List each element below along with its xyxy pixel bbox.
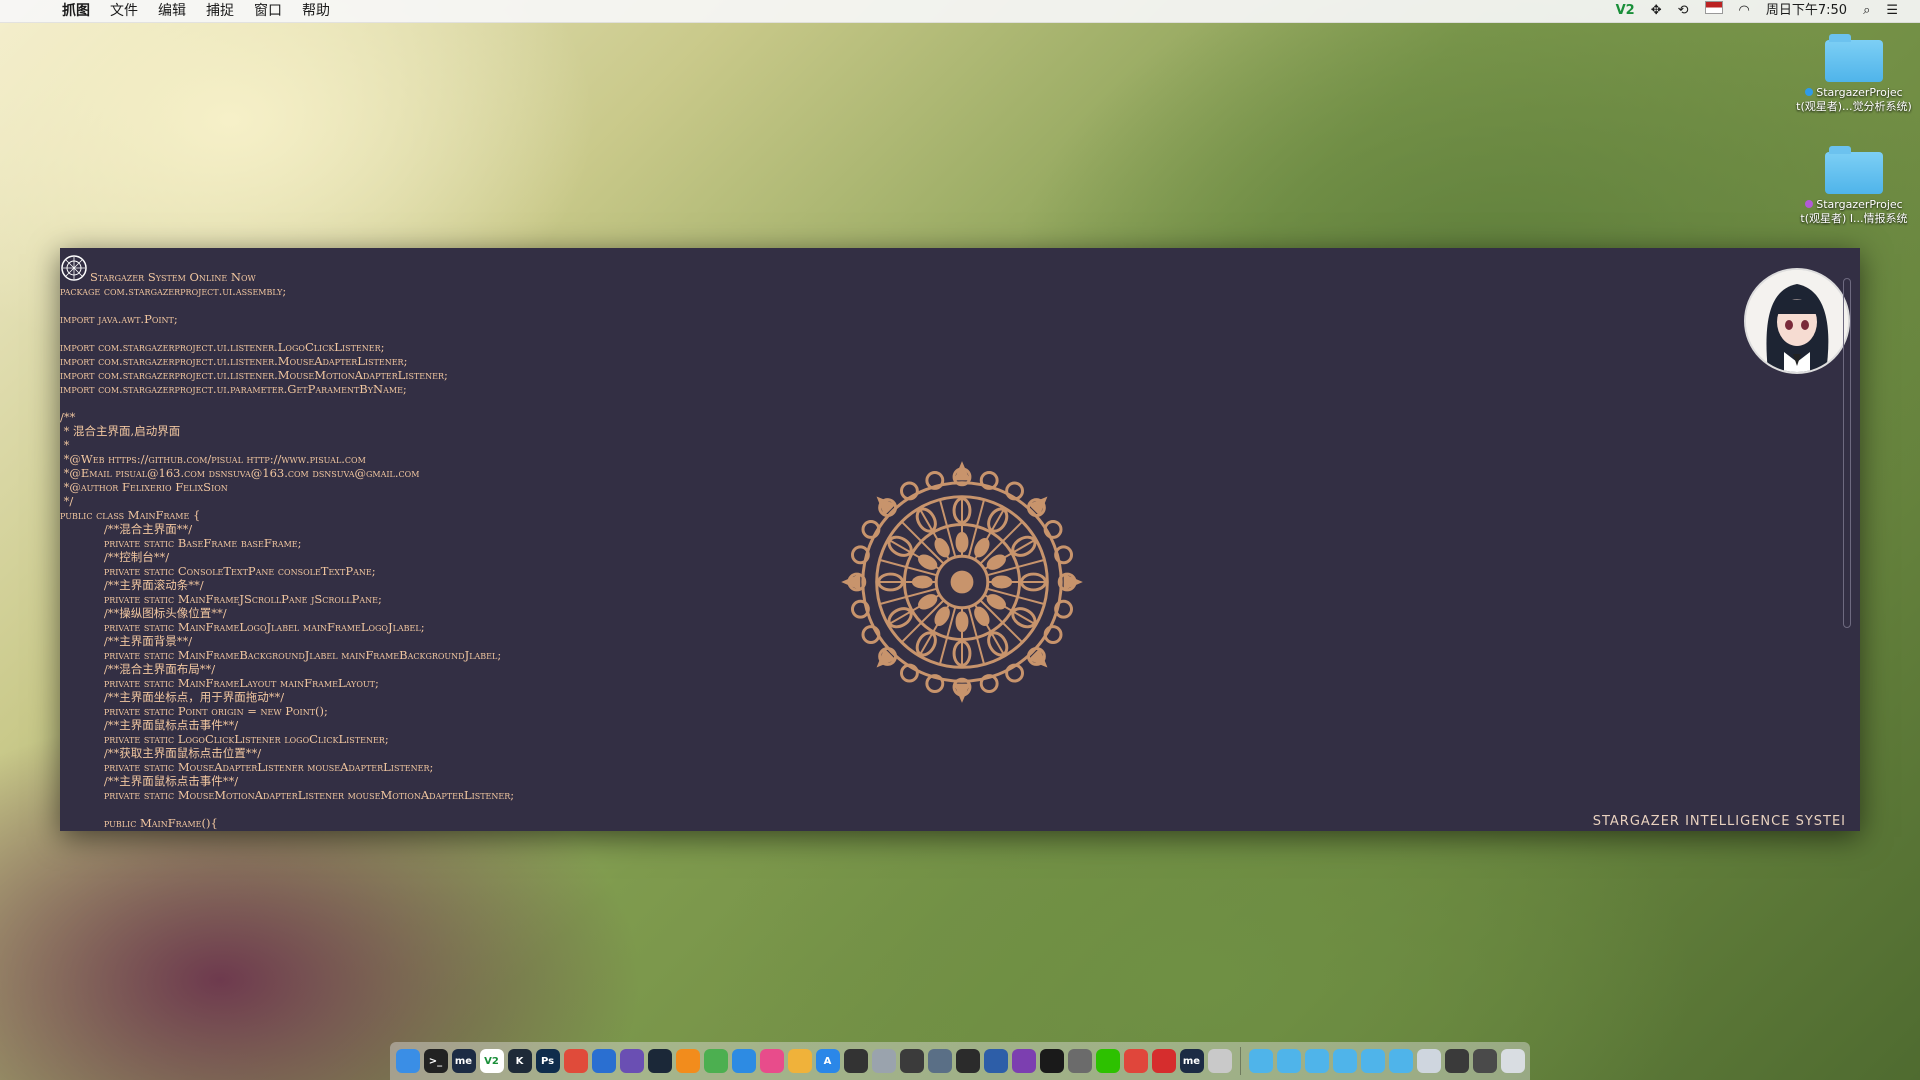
desktop-folder-1[interactable]: StargazerProjec t(观星者)...觉分析系统)	[1794, 34, 1914, 114]
system-prefs-icon[interactable]	[1067, 1049, 1092, 1073]
folder-icon	[1825, 146, 1883, 194]
desktop-folder-1-label-2: t(观星者)...觉分析系统)	[1796, 100, 1912, 113]
me-app-icon[interactable]: me	[451, 1049, 476, 1073]
toutiao-icon[interactable]	[1123, 1049, 1148, 1073]
netease-music-icon[interactable]	[1151, 1049, 1176, 1073]
wechat-icon[interactable]	[1095, 1049, 1120, 1073]
notification-center-icon[interactable]: ☰	[1886, 0, 1898, 22]
menu-capture[interactable]: 捕捉	[196, 0, 244, 22]
code-line: /**	[60, 410, 76, 424]
finder-icon[interactable]	[395, 1049, 420, 1073]
desktop-folder-2-label-2: t(观星者) I...情报系统	[1800, 212, 1908, 225]
itunes-icon[interactable]	[759, 1049, 784, 1073]
window-footer-title: STARGAZER INTELLIGENCE SYSTEI	[1592, 814, 1846, 829]
status-tray: V2 ✥ ⟲ ◠ 周日下午7:50 ⌕ ☰	[1608, 0, 1920, 22]
ibooks-icon[interactable]	[675, 1049, 700, 1073]
steam-icon[interactable]	[647, 1049, 672, 1073]
dock-stacks	[1247, 1049, 1527, 1073]
downloads-folder-icon[interactable]	[1332, 1049, 1357, 1073]
photos-icon[interactable]	[787, 1049, 812, 1073]
trash-icon[interactable]	[1500, 1049, 1525, 1073]
stargazer-main-window[interactable]: Stargazer System Online Now package com.s…	[60, 248, 1860, 831]
dock: >_ me V2 K Ps Ame	[390, 1042, 1530, 1080]
code-line: /**主界面鼠标点击事件**/	[60, 774, 239, 788]
dock-separator	[1239, 1047, 1241, 1075]
app-store-icon[interactable]: A	[815, 1049, 840, 1073]
photoshop-icon[interactable]: Ps	[535, 1049, 560, 1073]
kindle-icon[interactable]: K	[507, 1049, 532, 1073]
desktop-folder-2-label-1: StargazerProjec	[1816, 198, 1903, 211]
desktop-folder-1-label-1: StargazerProjec	[1816, 86, 1903, 99]
applications-folder-icon[interactable]	[1248, 1049, 1273, 1073]
vertical-scrollbar[interactable]	[1843, 278, 1851, 628]
terminal-icon[interactable]: >_	[423, 1049, 448, 1073]
code-line: *	[60, 438, 70, 452]
menu-help[interactable]: 帮助	[292, 0, 340, 22]
github-icon[interactable]	[619, 1049, 644, 1073]
window-stack-icon[interactable]	[1416, 1049, 1441, 1073]
code-line: import java.awt.Point;	[60, 312, 178, 326]
menu-bar: 抓图 文件 编辑 捕捉 窗口 帮助 V2 ✥ ⟲ ◠ 周日下午7:50 ⌕ ☰	[0, 0, 1920, 23]
code-line: * 混合主界面,启动界面	[60, 424, 181, 438]
v2-app-icon[interactable]: V2	[479, 1049, 504, 1073]
folder-2-icon[interactable]	[1388, 1049, 1413, 1073]
desktop-folder-2[interactable]: StargazerProjec t(观星者) I...情报系统	[1794, 146, 1914, 226]
code-line: private static MouseAdapterListener mous…	[60, 760, 434, 774]
code-line: package com.stargazerproject.ui.assembly…	[60, 284, 287, 298]
tag-dot	[1805, 200, 1814, 208]
code-line: private static MouseMotionAdapterListene…	[60, 788, 515, 802]
console-icon[interactable]	[955, 1049, 980, 1073]
menu-window[interactable]: 窗口	[244, 0, 292, 22]
v2-tray-icon[interactable]: V2	[1616, 0, 1635, 22]
code-line: import com.stargazerproject.ui.listener.…	[60, 354, 408, 368]
folder-icon	[1825, 34, 1883, 82]
photo-viewer-icon[interactable]	[899, 1049, 924, 1073]
time-machine-icon[interactable]: ⟲	[1678, 0, 1689, 22]
clock-text[interactable]: 周日下午7:50	[1766, 0, 1847, 22]
code-line: private static LogoClickListener logoCli…	[60, 732, 389, 746]
screenshots-folder-icon[interactable]	[1304, 1049, 1329, 1073]
preview-icon[interactable]	[927, 1049, 952, 1073]
anime-girl-avatar-icon	[1746, 270, 1848, 372]
installer-icon[interactable]	[1207, 1049, 1232, 1073]
dvd-player-icon[interactable]	[843, 1049, 868, 1073]
xcode-icon[interactable]	[591, 1049, 616, 1073]
keynote-icon[interactable]	[983, 1049, 1008, 1073]
clipboard-app-icon[interactable]	[563, 1049, 588, 1073]
avatar[interactable]	[1744, 268, 1850, 374]
code-line: import com.stargazerproject.ui.parameter…	[60, 382, 407, 396]
folder-icon[interactable]	[1360, 1049, 1385, 1073]
spotlight-search-icon[interactable]: ⌕	[1863, 0, 1870, 22]
wifi-icon[interactable]: ◠	[1739, 0, 1750, 22]
input-source-flag-icon[interactable]	[1704, 0, 1723, 22]
code-line: /**获取主界面鼠标点击位置**/	[60, 746, 262, 760]
display-stack-icon[interactable]	[1444, 1049, 1469, 1073]
code-line: private static Point origin = new Point(…	[60, 704, 328, 718]
code-line: /**主界面鼠标点击事件**/	[60, 718, 239, 732]
mandala-emblem	[841, 461, 1083, 703]
mail-icon[interactable]	[871, 1049, 896, 1073]
dock-apps: >_ me V2 K Ps Ame	[394, 1049, 1234, 1073]
code-line: import com.stargazerproject.ui.listener.…	[60, 340, 385, 354]
safari-icon[interactable]	[731, 1049, 756, 1073]
activity-monitor-icon[interactable]	[1039, 1049, 1064, 1073]
menu-app-name[interactable]: 抓图	[52, 0, 100, 22]
documents-folder-icon[interactable]	[1276, 1049, 1301, 1073]
code-line: import com.stargazerproject.ui.listener.…	[60, 368, 448, 382]
me-app-2-icon[interactable]: me	[1179, 1049, 1204, 1073]
screen-stack-icon[interactable]	[1472, 1049, 1497, 1073]
code-line: public MainFrame(){	[60, 816, 218, 830]
menu-file[interactable]: 文件	[100, 0, 148, 22]
console-header: Stargazer System Online Now	[90, 270, 256, 284]
move-tray-icon[interactable]: ✥	[1651, 0, 1662, 22]
affinity-icon[interactable]	[1011, 1049, 1036, 1073]
tag-dot	[1805, 88, 1814, 96]
menu-edit[interactable]: 编辑	[148, 0, 196, 22]
chrome-icon[interactable]	[703, 1049, 728, 1073]
